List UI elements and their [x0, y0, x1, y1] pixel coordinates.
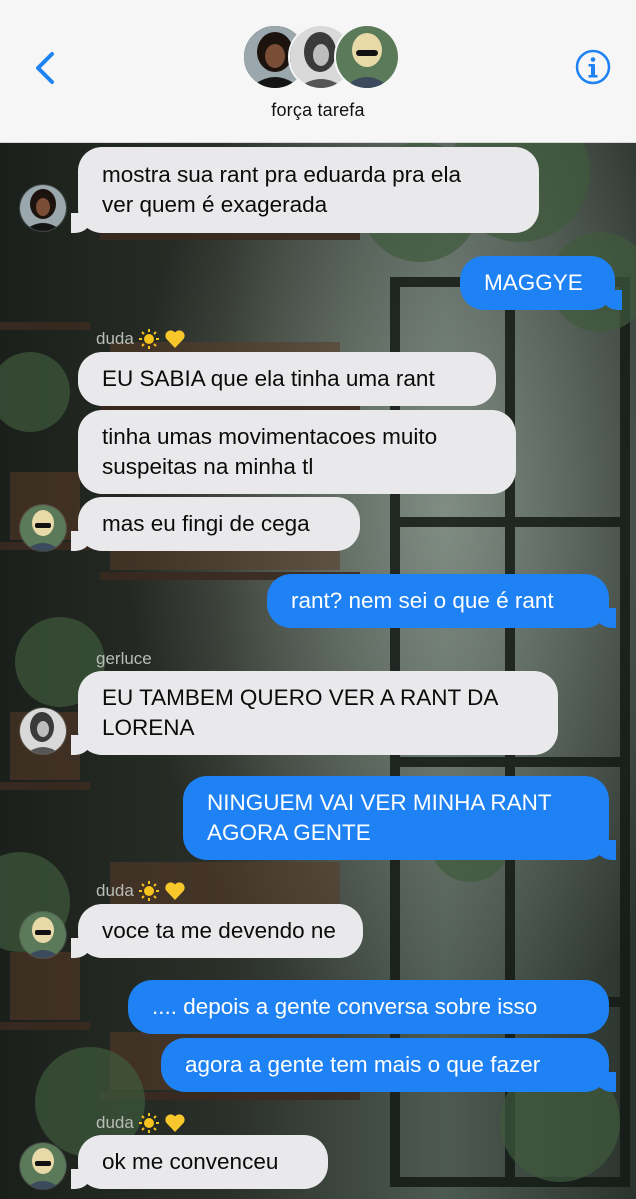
info-icon[interactable] [574, 48, 612, 86]
sun-icon [138, 881, 159, 901]
group-name[interactable]: força tarefa [0, 100, 636, 121]
sender-name: duda [96, 880, 186, 902]
sender-name: duda [96, 328, 186, 350]
sender-name: duda [96, 1112, 186, 1134]
message-bubble[interactable]: agora a gente tem mais o que fazer [161, 1038, 616, 1092]
message-bubble[interactable]: MAGGYE [460, 256, 622, 310]
message-bubble[interactable]: EU TAMBEM QUERO VER A RANT DA LORENA [71, 671, 558, 755]
sender-avatar[interactable] [19, 707, 67, 755]
chat-thread[interactable]: mostra sua rant pra eduarda pra ela ver … [0, 142, 636, 1199]
sender-avatar[interactable] [19, 1142, 67, 1190]
yellow-heart-icon [165, 330, 185, 348]
message-bubble[interactable]: mas eu fingi de cega [71, 497, 360, 551]
sender-avatar[interactable] [19, 184, 67, 232]
avatar [334, 24, 400, 90]
message-bubble[interactable]: tinha umas movimentacoes muito suspeitas… [78, 410, 516, 494]
sun-icon [138, 1113, 159, 1133]
chat-header: força tarefa [0, 0, 636, 143]
sender-avatar[interactable] [19, 911, 67, 959]
message-bubble[interactable]: NINGUEM VAI VER MINHA RANT AGORA GENTE [183, 776, 616, 860]
message-bubble[interactable]: mostra sua rant pra eduarda pra ela ver … [71, 147, 539, 233]
message-bubble[interactable]: ok me convenceu [71, 1135, 328, 1189]
sender-name: gerluce [96, 649, 152, 668]
message-bubble[interactable]: voce ta me devendo ne [71, 904, 363, 958]
group-avatars[interactable] [242, 24, 400, 90]
message-bubble[interactable]: .... depois a gente conversa sobre isso [128, 980, 609, 1034]
chevron-left-icon[interactable] [26, 48, 66, 88]
message-bubble[interactable]: rant? nem sei o que é rant [267, 574, 616, 628]
message-bubble[interactable]: EU SABIA que ela tinha uma rant [78, 352, 496, 406]
sender-avatar[interactable] [19, 504, 67, 552]
yellow-heart-icon [165, 1114, 185, 1132]
yellow-heart-icon [165, 882, 185, 900]
sun-icon [138, 329, 159, 349]
